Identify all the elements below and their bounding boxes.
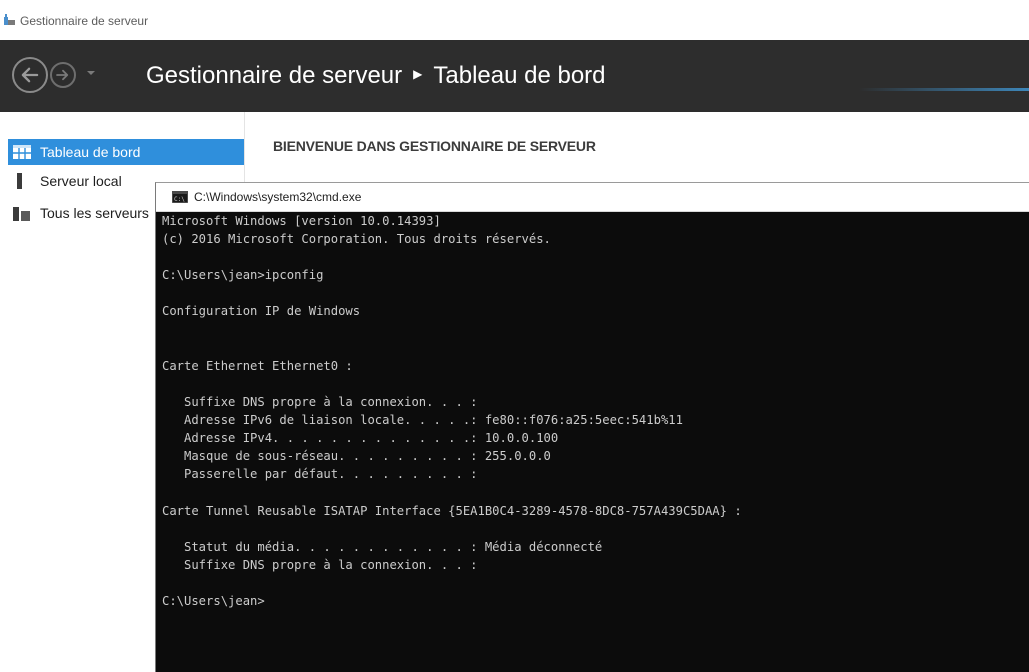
sidebar-item-label: Serveur local <box>40 173 122 189</box>
cmd-title: C:\Windows\system32\cmd.exe <box>194 190 362 204</box>
console-line: Suffixe DNS propre à la connexion. . . : <box>162 394 478 409</box>
back-button[interactable] <box>12 57 48 93</box>
forward-button[interactable] <box>50 62 76 88</box>
console-line: Adresse IPv4. . . . . . . . . . . . . .:… <box>162 431 559 446</box>
local-server-icon <box>17 173 22 189</box>
console-line: Carte Ethernet Ethernet0 : <box>162 358 353 373</box>
window-titlebar[interactable]: Gestionnaire de serveur <box>0 0 1029 40</box>
server-manager-icon <box>4 14 15 25</box>
console-line: Configuration IP de Windows <box>162 304 361 319</box>
sidebar-item-label: Tableau de bord <box>40 144 141 160</box>
server-manager-window: Gestionnaire de serveur Gestionnaire de … <box>0 0 1029 672</box>
console-line: Microsoft Windows [version 10.0.14393] <box>162 214 441 228</box>
back-arrow-icon <box>21 67 39 83</box>
console-line: C:\Users\jean> <box>162 593 265 608</box>
console-line: C:\Users\jean>ipconfig <box>162 268 324 283</box>
cmd-window[interactable]: C:\ C:\Windows\system32\cmd.exe Microsof… <box>155 182 1029 672</box>
breadcrumb-root[interactable]: Gestionnaire de serveur <box>146 62 402 89</box>
dashboard-icon <box>13 145 31 159</box>
console-line: (c) 2016 Microsoft Corporation. Tous dro… <box>162 232 551 247</box>
console-line: Statut du média. . . . . . . . . . . . :… <box>162 539 603 554</box>
svg-text:C:\: C:\ <box>174 196 185 203</box>
forward-arrow-icon <box>56 69 69 81</box>
window-title: Gestionnaire de serveur <box>20 14 149 28</box>
breadcrumb: Gestionnaire de serveur ▶ Tableau de bord <box>146 62 606 90</box>
app-header: Gestionnaire de serveur ▶ Tableau de bord <box>0 40 1029 112</box>
console-line: Masque de sous-réseau. . . . . . . . . :… <box>162 449 551 464</box>
console-output[interactable]: Microsoft Windows [version 10.0.14393] (c… <box>162 212 1024 610</box>
breadcrumb-current: Tableau de bord <box>433 62 606 89</box>
chevron-down-icon[interactable] <box>86 70 96 76</box>
header-accent-line <box>859 88 1029 91</box>
cmd-icon: C:\ <box>172 191 188 203</box>
console-line: Passerelle par défaut. . . . . . . . . : <box>162 467 478 482</box>
all-servers-icon <box>13 207 30 221</box>
breadcrumb-separator: ▶ <box>413 66 423 81</box>
welcome-title: BIENVENUE DANS GESTIONNAIRE DE SERVEUR <box>273 138 596 154</box>
console-line: Carte Tunnel Reusable ISATAP Interface {… <box>162 503 742 518</box>
console-line: Suffixe DNS propre à la connexion. . . : <box>162 557 478 572</box>
cmd-titlebar[interactable]: C:\ C:\Windows\system32\cmd.exe <box>156 183 1029 212</box>
console-line: Adresse IPv6 de liaison locale. . . . .:… <box>162 413 683 428</box>
sidebar-item-label: Tous les serveurs <box>40 205 149 221</box>
sidebar-item-dashboard[interactable]: Tableau de bord <box>8 139 244 165</box>
